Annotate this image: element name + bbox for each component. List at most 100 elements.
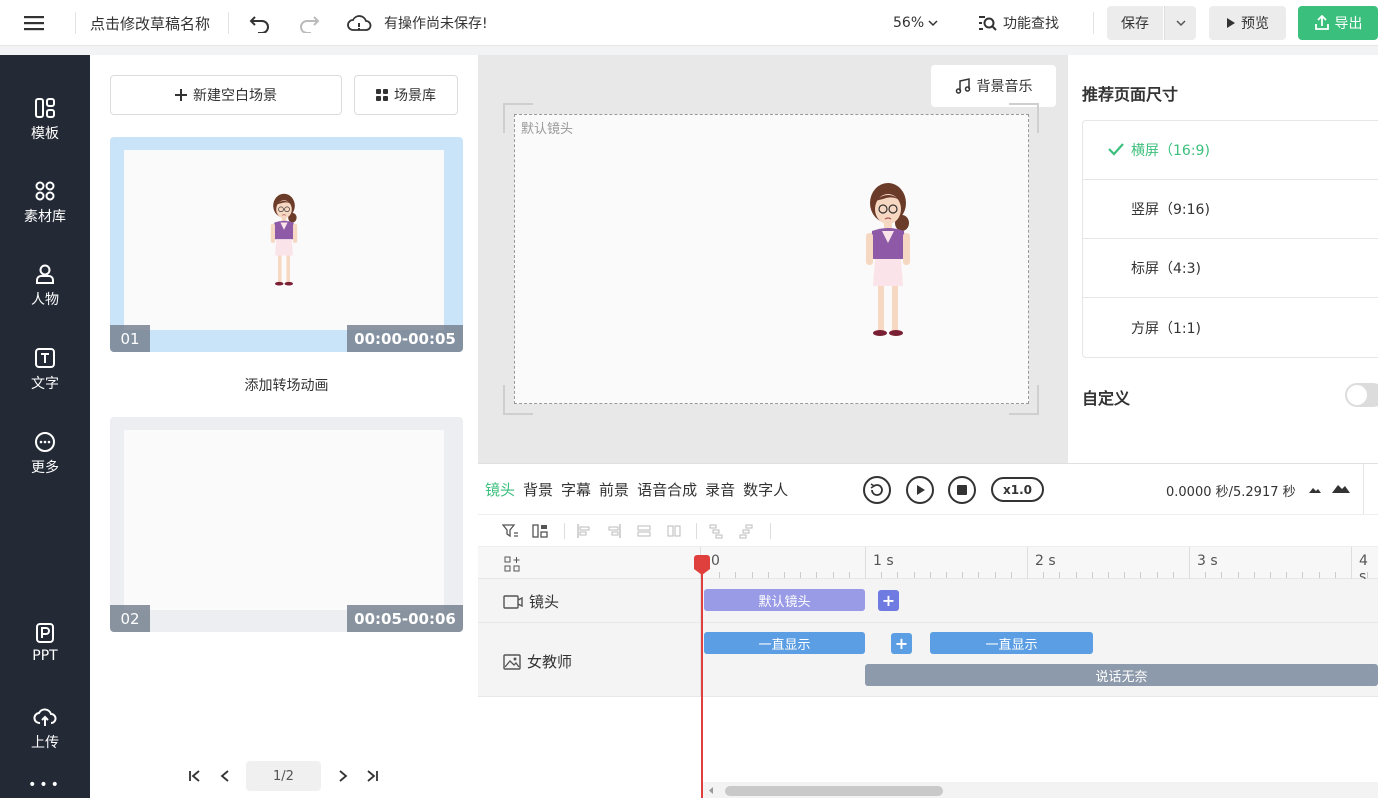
next-page-icon[interactable] <box>338 761 348 791</box>
nav-label: 文字 <box>31 376 59 392</box>
ruler-minor-tick <box>995 572 996 578</box>
scene-card-02[interactable]: 02 00:05-00:06 <box>110 417 463 632</box>
layer-icon[interactable] <box>532 523 548 539</box>
background-music-button[interactable]: 背景音乐 <box>931 65 1056 107</box>
size-option-4-3[interactable]: 标屏（4:3) <box>1083 239 1378 298</box>
timeline-scrollbar[interactable] <box>703 782 1378 798</box>
preview-button[interactable]: 预览 <box>1209 6 1286 40</box>
add-transition-link[interactable]: 添加转场动画 <box>90 375 483 395</box>
function-search-button[interactable]: 功能查找 <box>977 0 1059 46</box>
nav-label: 上传 <box>31 735 59 751</box>
nav-item-person[interactable]: 人物 <box>0 263 90 309</box>
prev-page-icon[interactable] <box>220 761 230 791</box>
tab-digital-human[interactable]: 数字人 <box>743 479 788 500</box>
page-size-panel: 推荐页面尺寸 横屏（16:9) 竖屏（9:16) 标屏（4:3) 方屏（1:1)… <box>1068 55 1378 463</box>
ruler-minor-tick <box>1335 572 1336 578</box>
size-option-9-16[interactable]: 竖屏（9:16) <box>1083 180 1378 239</box>
timeline-ruler: 0 1 s 2 s 3 s 4 s <box>478 546 1378 585</box>
filter-icon[interactable] <box>502 523 518 539</box>
divider <box>75 12 76 34</box>
first-page-icon[interactable] <box>188 761 202 791</box>
ruler-minor-tick <box>735 572 736 578</box>
clip-always-show[interactable]: 一直显示 <box>930 632 1093 654</box>
clip-default-camera[interactable]: 默认镜头 <box>704 589 865 611</box>
page-indicator[interactable]: 1/2 <box>246 761 321 791</box>
stop-button[interactable] <box>948 476 976 504</box>
more-icon <box>35 432 55 452</box>
scene-library-button[interactable]: 场景库 <box>354 75 458 115</box>
zoom-in-timeline-icon[interactable] <box>1331 481 1351 494</box>
undo-icon[interactable] <box>248 0 272 46</box>
zoom-select[interactable]: 56% <box>893 0 938 46</box>
align-left-icon[interactable] <box>576 523 592 539</box>
nav-item-more[interactable]: 更多 <box>0 431 90 477</box>
align-center-icon[interactable] <box>636 523 652 539</box>
teacher-character-thumbnail <box>270 193 298 286</box>
menu-icon[interactable] <box>22 0 46 46</box>
timeline-toolbar <box>478 514 1378 546</box>
nav-item-template[interactable]: 模板 <box>0 97 90 143</box>
redo-icon[interactable] <box>297 0 321 46</box>
playback-speed-button[interactable]: x1.0 <box>991 477 1044 502</box>
toggle-knob <box>1347 385 1367 405</box>
export-button[interactable]: 导出 <box>1298 6 1378 40</box>
ruler-tick-label: 1 s <box>873 553 894 569</box>
replay-button[interactable] <box>863 476 891 504</box>
clip-speech[interactable]: 说话无奈 <box>865 664 1378 686</box>
play-button[interactable] <box>906 476 934 504</box>
ruler-minor-tick <box>1124 572 1125 578</box>
draft-title[interactable]: 点击修改草稿名称 <box>90 0 210 46</box>
ruler-minor-tick <box>1059 572 1060 578</box>
nav-label: 更多 <box>31 460 59 476</box>
tab-recording[interactable]: 录音 <box>705 479 735 500</box>
add-action-button[interactable]: + <box>891 633 912 654</box>
camera-label: 默认镜头 <box>521 122 574 137</box>
scene-number: 02 <box>110 605 150 632</box>
stage-canvas[interactable]: 默认镜头 <box>514 114 1029 404</box>
divider <box>1363 464 1364 514</box>
clip-always-show[interactable]: 一直显示 <box>704 632 865 654</box>
scene-thumbnail <box>124 150 444 330</box>
nav-item-upload[interactable]: 上传 <box>0 706 90 752</box>
more-dots[interactable]: ••• <box>0 777 90 793</box>
stagger-icon[interactable] <box>708 523 724 539</box>
tab-camera[interactable]: 镜头 <box>485 479 515 500</box>
save-button[interactable]: 保存 <box>1107 6 1163 40</box>
track-settings-icon[interactable] <box>504 556 520 572</box>
ruler-minor-tick <box>1270 572 1271 578</box>
distribute-icon[interactable] <box>666 523 682 539</box>
new-scene-button[interactable]: 新建空白场景 <box>110 75 342 115</box>
nav-item-material[interactable]: 素材库 <box>0 180 90 226</box>
scene-card-01[interactable]: 01 00:00-00:05 <box>110 137 463 352</box>
scroll-left-icon[interactable] <box>708 786 714 795</box>
page-size-title: 推荐页面尺寸 <box>1082 85 1179 104</box>
zoom-out-timeline-icon[interactable] <box>1308 484 1322 494</box>
nav-item-text[interactable]: 文字 <box>0 347 90 393</box>
nav-label: 人物 <box>31 292 59 308</box>
tab-subtitle[interactable]: 字幕 <box>561 479 591 500</box>
ruler-minor-tick <box>784 572 785 578</box>
custom-size-toggle[interactable] <box>1345 383 1378 407</box>
save-dropdown-button[interactable] <box>1164 6 1196 40</box>
tab-foreground[interactable]: 前景 <box>599 479 629 500</box>
last-page-icon[interactable] <box>365 761 379 791</box>
plus-icon <box>175 89 187 101</box>
nav-item-ppt[interactable]: PPT <box>0 622 90 664</box>
scene-duration: 00:05-00:06 <box>347 605 463 632</box>
canvas-area: 背景音乐 默认镜头 <box>478 55 1068 463</box>
ruler-minor-tick <box>800 572 801 578</box>
stagger-reverse-icon[interactable] <box>738 523 754 539</box>
ruler-minor-tick <box>768 572 769 578</box>
tab-tts[interactable]: 语音合成 <box>637 479 697 500</box>
music-icon <box>955 78 970 94</box>
scrollbar-thumb[interactable] <box>725 786 943 796</box>
teacher-character[interactable] <box>858 181 918 346</box>
align-right-icon[interactable] <box>606 523 622 539</box>
add-camera-clip-button[interactable]: + <box>878 590 899 611</box>
playhead[interactable] <box>701 556 703 798</box>
left-navigation: 模板 素材库 人物 文字 更多 PPT 上传 ••• <box>0 55 90 798</box>
size-option-1-1[interactable]: 方屏（1:1) <box>1083 298 1378 357</box>
tab-background[interactable]: 背景 <box>523 479 553 500</box>
ruler-major-tick <box>1351 547 1352 580</box>
size-option-16-9[interactable]: 横屏（16:9) <box>1083 121 1378 180</box>
